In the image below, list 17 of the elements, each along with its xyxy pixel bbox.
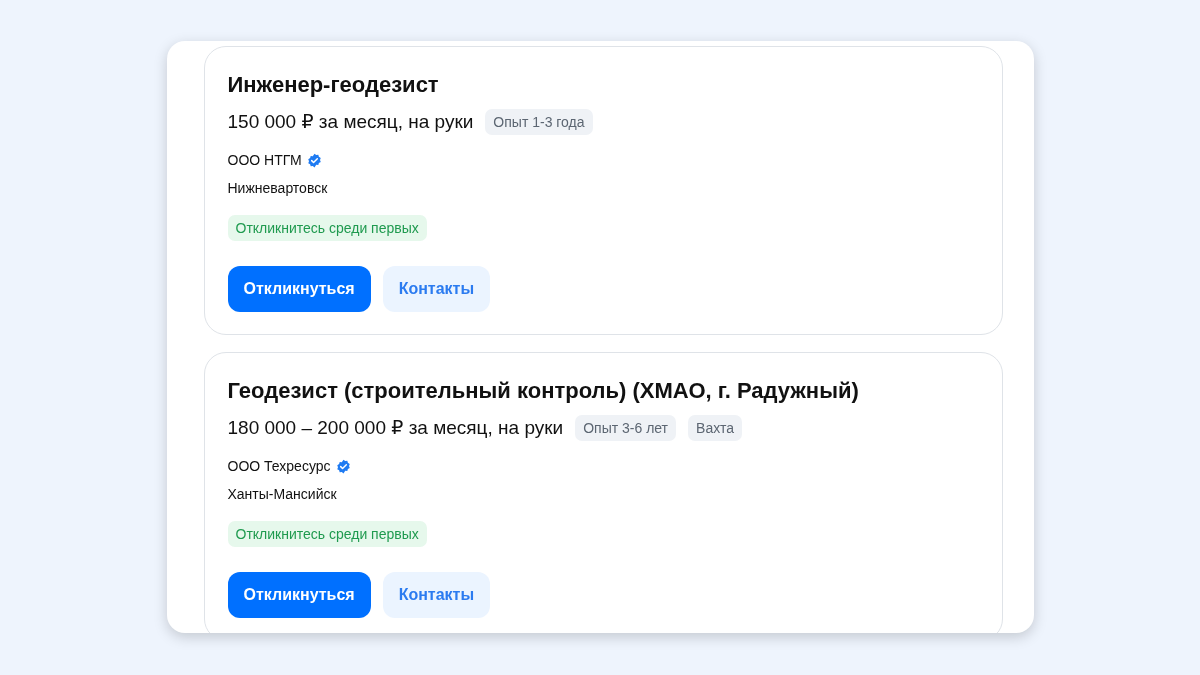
early-response-badge: Откликнитесь среди первых: [227, 215, 427, 241]
city-text: Ханты-Мансийск: [227, 485, 338, 504]
job-title[interactable]: Геодезист (строительный контроль) (ХМАО, г. Радужный): [227, 377, 979, 405]
respond-button[interactable]: Откликнуться: [227, 572, 371, 618]
early-response-badge: Откликнитесь среди первых: [227, 521, 427, 547]
contacts-button[interactable]: Контакты: [382, 572, 491, 618]
salary-text: 180 000 – 200 000 ₽ за месяц, на руки: [227, 416, 564, 440]
city-text: Нижневартовск: [227, 179, 329, 198]
info-tag: Вахта: [688, 415, 743, 441]
info-tag: Опыт 3-6 лет: [575, 415, 677, 441]
info-tag: Опыт 1-3 года: [485, 109, 593, 135]
company-name[interactable]: ООО Техресурс: [227, 455, 331, 477]
company-name[interactable]: ООО НТГМ: [227, 149, 302, 171]
salary-text: 150 000 ₽ за месяц, на руки: [227, 110, 474, 134]
respond-button[interactable]: Откликнуться: [227, 266, 371, 312]
contacts-button[interactable]: Контакты: [382, 266, 491, 312]
job-title[interactable]: Инженер-геодезист: [227, 71, 979, 99]
